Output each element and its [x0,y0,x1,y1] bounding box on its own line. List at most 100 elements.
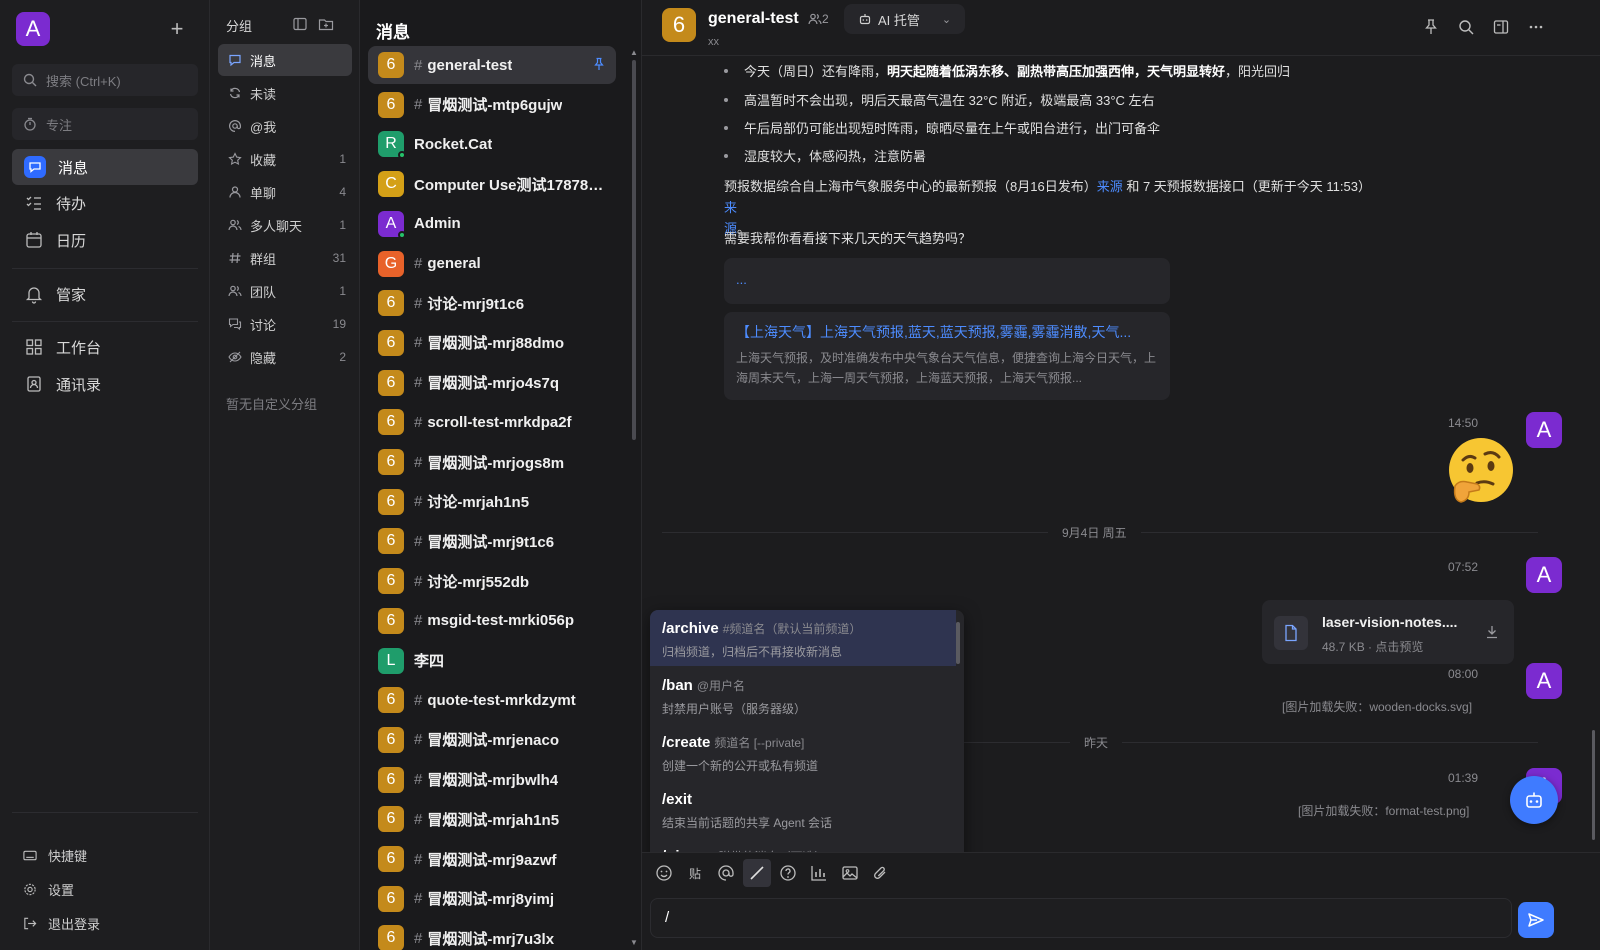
message-input[interactable]: / [650,898,1512,938]
channel-name[interactable]: general-test [708,10,799,28]
channel-item[interactable]: 6 # 冒烟测试-mtp6gujw [368,86,616,124]
member-count[interactable]: 2 [808,12,829,26]
group-item-hidden[interactable]: 隐藏 2 [218,341,352,373]
chat-scrollbar[interactable] [1592,730,1595,840]
settings-link[interactable]: 设置 [22,880,74,899]
command-item[interactable]: /ban @用户名 封禁用户账号（服务器级） [650,667,956,723]
group-count: 1 [339,218,346,232]
group-item-unread[interactable]: 未读 [218,77,352,109]
channel-item[interactable]: L 李四 [368,642,616,680]
user-avatar[interactable]: A [1526,412,1562,448]
file-attachment[interactable]: laser-vision-notes.... 48.7 KB · 点击预览 [1262,600,1514,664]
nav-item-calendar[interactable]: 日历 [12,222,198,258]
command-args: #频道名（默认当前频道） [722,622,862,636]
channel-item[interactable]: R Rocket.Cat [368,125,616,163]
channel-name: 冒烟测试-mrj7u3lx [427,930,555,948]
user-avatar[interactable]: A [1526,663,1562,699]
channel-item[interactable]: 6 # 冒烟测试-mrj7u3lx [368,919,616,950]
channel-name: 冒烟测试-mtp6gujw [427,97,563,115]
channel-item[interactable]: 6 # 冒烟测试-mrjo4s7q [368,364,616,402]
channel-avatar: G [378,250,404,277]
attachment-icon[interactable] [871,863,891,883]
mention-icon[interactable] [716,863,736,883]
add-icon[interactable]: + [166,18,188,40]
shortcuts-link[interactable]: 快捷键 [22,846,87,865]
emoji-icon[interactable] [654,863,674,883]
hash-icon: # [414,810,423,828]
search-icon[interactable] [1457,18,1475,36]
nav-item-workbench[interactable]: 工作台 [12,329,198,365]
channel-item[interactable]: 6 # 讨论-mrjah1n5 [368,483,616,521]
group-item-multi-chat[interactable]: 多人聊天 1 [218,209,352,241]
nav-item-messages[interactable]: 消息 [12,149,198,185]
search-input[interactable]: 搜索 (Ctrl+K) [12,64,198,96]
image-icon[interactable] [840,863,860,883]
command-item[interactable]: /archive #频道名（默认当前频道） 归档频道，归档后不再接收新消息 [650,610,956,666]
group-item-teams[interactable]: 团队 1 [218,275,352,307]
help-icon[interactable] [778,863,798,883]
weather-bullet: 湿度较大，体感闷热，注意防暑 [724,146,926,165]
group-label: 未读 [250,86,277,102]
quote-card[interactable]: ... [724,258,1170,304]
focus-button[interactable]: 专注 [12,108,198,140]
source-link[interactable]: 来源 [1097,179,1123,194]
channel-item[interactable]: 6 # 冒烟测试-mrjenaco [368,721,616,759]
group-item-direct[interactable]: 单聊 4 [218,176,352,208]
link-preview-card[interactable]: 【上海天气】上海天气预报,蓝天,蓝天预报,雾霾,雾霾消散,天气... 上海天气预… [724,312,1170,400]
collapse-panel-icon[interactable] [292,16,308,32]
channel-item[interactable]: 6 # 冒烟测试-mrj9azwf [368,840,616,878]
source-link[interactable]: 来 [724,200,737,215]
file-name[interactable]: laser-vision-notes.... [1322,614,1457,630]
command-item[interactable]: /gimme附带的消息（可选）在消息前附上拥抱颜文字 [650,838,956,852]
command-scrollbar[interactable] [956,622,960,664]
channel-item[interactable]: 6 # 冒烟测试-mrjogs8m [368,443,616,481]
command-item[interactable]: /create 频道名 [--private] 创建一个新的公开或私有频道 [650,724,956,780]
channel-item[interactable]: 6 # 冒烟测试-mrj8yimj [368,880,616,918]
channel-item[interactable]: G # general [368,245,616,283]
logout-link[interactable]: 退出登录 [22,914,100,933]
slash-command-icon[interactable] [743,859,771,887]
group-item-favorites[interactable]: 收藏 1 [218,143,352,175]
send-button[interactable] [1518,902,1554,938]
channel-avatar[interactable]: 6 [662,8,696,42]
channel-item[interactable]: 6 # 冒烟测试-mrjah1n5 [368,800,616,838]
side-panel-icon[interactable] [1492,18,1510,36]
group-item-mentions[interactable]: @我 [218,110,352,142]
pin-icon[interactable] [1422,18,1440,36]
group-item-discussions[interactable]: 讨论 19 [218,308,352,340]
channel-item[interactable]: 6 # 冒烟测试-mrj88dmo [368,324,616,362]
nav-item-butler[interactable]: 管家 [12,276,198,312]
channel-item[interactable]: 6 # quote-test-mrkdzymt [368,681,616,719]
channel-item[interactable]: 6 # 讨论-mrj552db [368,562,616,600]
chart-icon[interactable] [809,863,829,883]
channel-item[interactable]: 6 # 冒烟测试-mrjbwlh4 [368,761,616,799]
scroll-down-icon[interactable]: ▼ [630,938,638,947]
download-icon[interactable] [1484,624,1500,640]
link-preview-title[interactable]: 【上海天气】上海天气预报,蓝天,蓝天预报,雾霾,雾霾消散,天气... [736,322,1158,342]
scroll-up-icon[interactable]: ▲ [630,48,638,57]
user-avatar[interactable]: A [1526,557,1562,593]
channel-item[interactable]: 6 # msgid-test-mrki056p [368,602,616,640]
channel-item[interactable]: 6 # general-test [368,46,616,84]
channel-item[interactable]: C Computer Use测试178787... [368,165,616,203]
channel-item[interactable]: A Admin [368,205,616,243]
ai-assistant-button[interactable] [1510,776,1558,824]
ai-hosting-dropdown[interactable]: AI 托管 ⌄ [844,4,966,34]
at-icon [229,120,241,132]
add-folder-icon[interactable] [318,16,334,32]
channel-item[interactable]: 6 # 冒烟测试-mrj9t1c6 [368,522,616,560]
command-item[interactable]: /exit 结束当前话题的共享 Agent 会话 [650,781,956,837]
nav-item-contacts[interactable]: 通讯录 [12,366,198,402]
group-item-messages[interactable]: 消息 [218,44,352,76]
more-icon[interactable] [1527,18,1545,36]
workspace-avatar[interactable]: A [16,12,50,46]
group-item-groups[interactable]: 群组 31 [218,242,352,274]
channel-item[interactable]: 6 # 讨论-mrj9t1c6 [368,284,616,322]
nav-item-todo[interactable]: 待办 [12,185,198,221]
link-preview-desc: 上海天气预报，及时准确发布中央气象台天气信息，便捷查询上海今日天气，上海周末天气… [736,351,1157,385]
channel-name: scroll-test-mrkdpa2f [427,413,572,431]
pin-icon[interactable] [592,57,606,71]
channel-scrollbar[interactable] [632,60,636,440]
channel-item[interactable]: 6 # scroll-test-mrkdpa2f [368,403,616,441]
sticker-button[interactable]: 贴 [685,863,705,883]
